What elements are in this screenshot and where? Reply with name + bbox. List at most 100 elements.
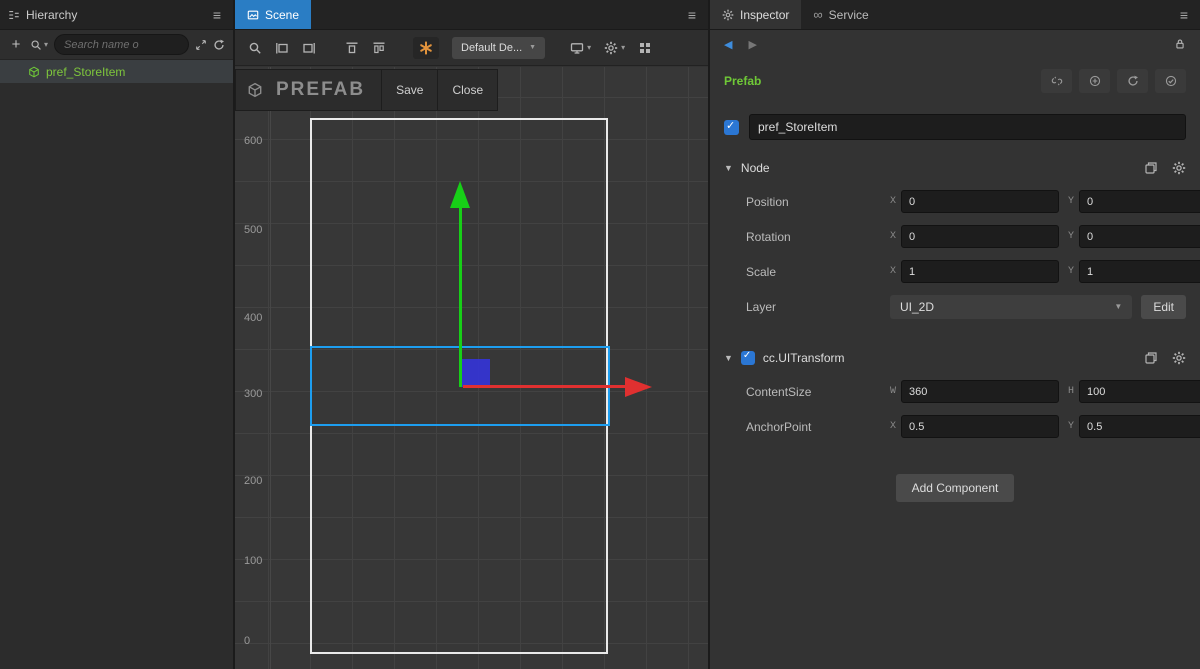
hierarchy-menu-icon[interactable]: ≡ <box>201 7 233 23</box>
scene-viewport[interactable]: 600 500 400 300 200 100 0 PREFAB Save Cl… <box>235 67 708 669</box>
hierarchy-toolbar: + ▾ <box>0 30 233 60</box>
prefab-apply-button[interactable] <box>1155 69 1186 93</box>
contentsize-h-input[interactable] <box>1079 380 1200 403</box>
prefab-locate-button[interactable] <box>1079 69 1110 93</box>
history-back-button[interactable]: ◀ <box>724 38 732 51</box>
ruler-label: 600 <box>244 135 262 147</box>
layer-edit-button[interactable]: Edit <box>1141 295 1186 319</box>
uitransform-settings-gear-icon[interactable] <box>1172 351 1186 365</box>
gizmo-y-axis-handle[interactable] <box>459 207 462 387</box>
position-x-input[interactable] <box>901 190 1059 213</box>
prefab-save-button[interactable]: Save <box>381 70 437 110</box>
scale-label: Scale <box>724 265 890 279</box>
uitransform-enabled-checkbox[interactable]: ✓ <box>741 351 755 365</box>
tab-scene[interactable]: Scene <box>235 0 311 29</box>
rotation-x-input[interactable] <box>901 225 1059 248</box>
prefab-revert-button[interactable] <box>1117 69 1148 93</box>
history-forward-button[interactable]: ▶ <box>748 38 756 51</box>
hierarchy-panel: Hierarchy ≡ + ▾ pref_StoreItem <box>0 0 235 669</box>
cocos-creator-editor: Hierarchy ≡ + ▾ pref_StoreItem Scene ≡ <box>0 0 1200 669</box>
scene-toolbar: Default De... ▼ ▾ ▾ <box>235 30 708 66</box>
add-component-button[interactable]: Add Component <box>896 474 1015 502</box>
uitransform-collapse-caret-icon[interactable]: ▼ <box>724 353 733 363</box>
rotation-y-input[interactable] <box>1079 225 1200 248</box>
layer-dropdown[interactable]: UI_2D ▼ <box>890 295 1132 319</box>
anchorpoint-label: AnchorPoint <box>724 420 890 434</box>
hierarchy-header: Hierarchy ≡ <box>0 0 233 30</box>
inspector-nav-row: ◀ ▶ <box>710 30 1200 58</box>
prefab-asset-row: Prefab <box>710 68 1200 94</box>
search-filter-button[interactable]: ▾ <box>30 39 48 51</box>
refresh-icon[interactable] <box>213 39 225 51</box>
prefab-close-button[interactable]: Close <box>437 70 497 110</box>
service-tab-label: Service <box>829 8 869 22</box>
ruler-divider <box>270 67 271 669</box>
layout-grid-icon[interactable] <box>638 41 652 55</box>
scale-y-input[interactable] <box>1079 260 1200 283</box>
lock-icon[interactable] <box>1174 38 1186 50</box>
scene-settings-dropdown[interactable]: ▾ <box>604 41 625 55</box>
gizmo-toggle-button[interactable] <box>413 37 439 59</box>
inspector-tab-label: Inspector <box>740 8 789 22</box>
node-name-row: ✓ <box>710 114 1200 140</box>
prefab-bar-cube-icon <box>236 70 274 110</box>
search-input[interactable] <box>54 34 189 55</box>
ruler-label: 100 <box>244 555 262 567</box>
prefab-cube-icon <box>28 66 40 78</box>
add-node-button[interactable]: + <box>8 36 24 53</box>
tab-service[interactable]: ∞ Service <box>801 0 880 29</box>
position-row: Position X Y Z <box>710 188 1200 215</box>
inspector-tab-gear-icon <box>722 9 734 21</box>
axis-h-label: H <box>1068 386 1074 397</box>
node-section-icons <box>1144 161 1186 175</box>
anchorpoint-y-input[interactable] <box>1079 415 1200 438</box>
layer-dropdown-value: UI_2D <box>900 300 934 314</box>
design-resolution-caret-icon: ▼ <box>529 44 536 51</box>
axis-x-label: X <box>890 421 896 432</box>
inspector-menu-icon[interactable]: ≡ <box>1168 7 1200 23</box>
scene-settings-caret-icon: ▾ <box>621 43 625 52</box>
scene-tab-icon <box>247 9 259 21</box>
scene-tabbar: Scene ≡ <box>235 0 708 30</box>
ruler-label: 400 <box>244 312 262 324</box>
node-settings-gear-icon[interactable] <box>1172 161 1186 175</box>
align-tool-icon[interactable] <box>345 41 359 55</box>
node-preset-icon[interactable] <box>1144 161 1158 175</box>
uitransform-preset-icon[interactable] <box>1144 351 1158 365</box>
expand-collapse-icon[interactable] <box>195 39 207 51</box>
axis-x-label: X <box>890 266 896 277</box>
uitransform-section-icons <box>1144 351 1186 365</box>
add-component-row: Add Component <box>710 474 1200 502</box>
frame-all-icon[interactable] <box>302 41 316 55</box>
node-active-checkbox[interactable]: ✓ <box>724 120 739 135</box>
position-label: Position <box>724 195 890 209</box>
scale-x-input[interactable] <box>901 260 1059 283</box>
contentsize-label: ContentSize <box>724 385 890 399</box>
view-mode-dropdown[interactable]: ▾ <box>570 41 591 55</box>
design-resolution-dropdown[interactable]: Default De... ▼ <box>452 37 545 59</box>
node-name-input[interactable] <box>749 114 1186 140</box>
gizmo-xy-plane-handle[interactable] <box>462 359 490 387</box>
gizmo-x-axis-handle[interactable] <box>463 385 626 388</box>
frame-selection-icon[interactable] <box>275 41 289 55</box>
anchorpoint-x-input[interactable] <box>901 415 1059 438</box>
prefab-unlink-button[interactable] <box>1041 69 1072 93</box>
uitransform-section-title: cc.UITransform <box>763 351 845 365</box>
node-collapse-caret-icon[interactable]: ▼ <box>724 163 733 173</box>
zoom-tool-icon[interactable] <box>248 41 262 55</box>
axis-y-label: Y <box>1068 421 1074 432</box>
position-y-input[interactable] <box>1079 190 1200 213</box>
checkmark-icon: ✓ <box>726 119 735 132</box>
node-section-header: ▼ Node <box>710 156 1200 180</box>
hierarchy-item-pref-storeitem[interactable]: pref_StoreItem <box>0 60 233 83</box>
axis-y-label: Y <box>1068 231 1074 242</box>
scene-menu-icon[interactable]: ≡ <box>676 7 708 23</box>
layer-label: Layer <box>724 300 890 314</box>
hierarchy-item-label: pref_StoreItem <box>46 65 125 79</box>
ruler-label: 200 <box>244 475 262 487</box>
design-resolution-label: Default De... <box>461 42 522 54</box>
tab-inspector[interactable]: Inspector <box>710 0 801 29</box>
distribute-tool-icon[interactable] <box>372 41 386 55</box>
gizmo-asterisk-icon <box>419 41 433 55</box>
contentsize-w-input[interactable] <box>901 380 1059 403</box>
